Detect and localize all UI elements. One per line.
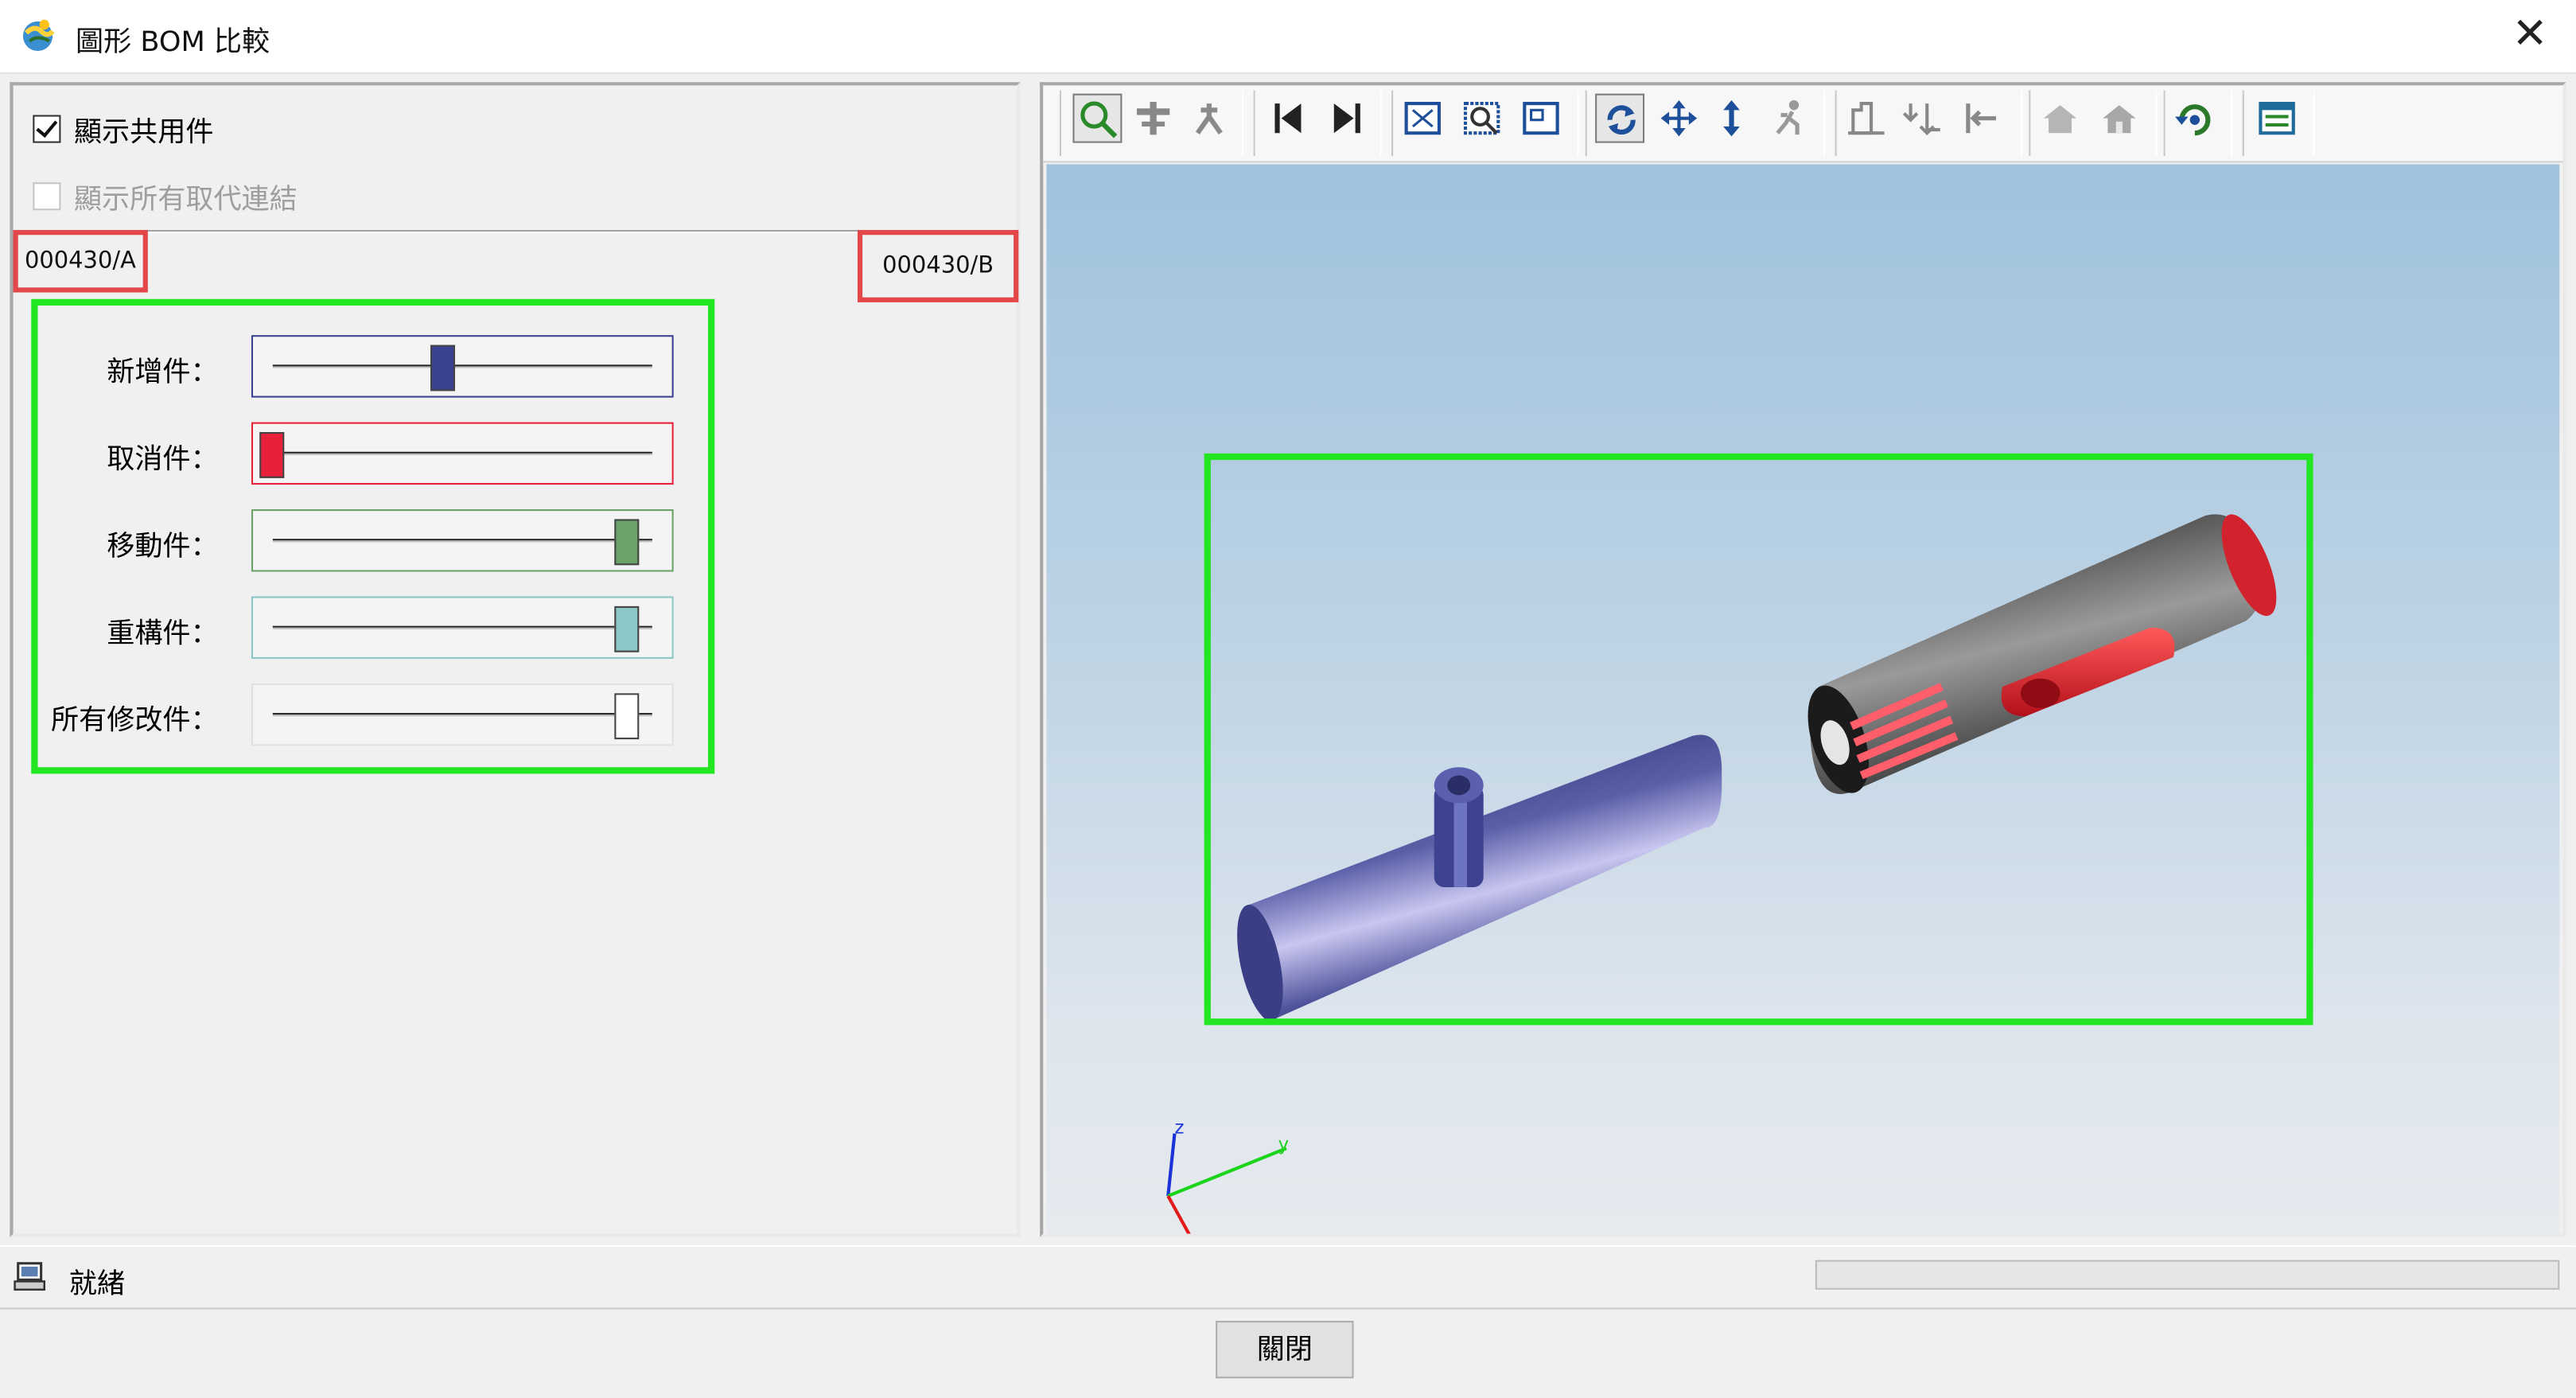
legend-row: 取消件： <box>37 422 708 485</box>
slider-thumb[interactable] <box>259 432 285 478</box>
legend-color-slider[interactable] <box>251 683 674 746</box>
zoom-box-icon[interactable] <box>1516 94 1566 143</box>
status-text: 就緒 <box>68 1268 125 1302</box>
slider-thumb[interactable] <box>614 693 640 740</box>
computer-icon <box>14 1262 45 1291</box>
rotate-icon[interactable] <box>1595 93 1645 143</box>
axis-y-label: y <box>1278 1134 1289 1155</box>
slider-thumb[interactable] <box>614 606 640 652</box>
change-legend: 新增件： 取消件： 移動件： 重構件： 所有修改件： <box>31 298 715 774</box>
slider-thumb[interactable] <box>430 345 455 391</box>
legend-row: 所有修改件： <box>37 683 708 746</box>
pan-horizontal-icon[interactable] <box>1129 94 1178 143</box>
viewer-toolbar <box>1043 85 2563 163</box>
move-icon[interactable] <box>1654 94 1703 143</box>
section-icon[interactable] <box>1842 94 1891 143</box>
title-bar: 圖形 BOM 比較 ✕ <box>0 0 2576 74</box>
legend-label: 取消件： <box>107 443 219 477</box>
revision-right-label: 000430/B <box>857 230 1019 302</box>
align-left-icon[interactable] <box>1956 94 2006 143</box>
progress-bar <box>1815 1260 2560 1290</box>
legend-row: 新增件： <box>37 335 708 398</box>
slider-track <box>272 451 652 455</box>
legend-label: 重構件： <box>107 617 219 651</box>
legend-color-slider[interactable] <box>251 335 674 398</box>
reset-icon[interactable] <box>2170 94 2220 143</box>
axis-z-label: z <box>1174 1118 1184 1139</box>
axis-triad: z y x <box>1166 1118 1289 1234</box>
house-icon[interactable] <box>2036 94 2085 143</box>
zoom-icon[interactable] <box>1072 93 1123 143</box>
legend-label: 移動件： <box>107 530 219 564</box>
slider-track <box>272 539 652 543</box>
move-vertical-icon[interactable] <box>1707 94 1757 143</box>
zoom-extents-icon[interactable] <box>1398 94 1447 143</box>
revision-left-label: 000430/A <box>13 230 148 293</box>
legend-label: 新增件： <box>107 356 219 390</box>
walk-icon[interactable] <box>1763 94 1812 143</box>
show-common-parts-option[interactable]: 顯示共用件 <box>33 110 214 149</box>
legend-row: 重構件： <box>37 596 708 659</box>
legend-row: 移動件： <box>37 509 708 572</box>
close-button[interactable]: 關閉 <box>1216 1321 1354 1379</box>
3d-viewport[interactable]: z y x <box>1046 164 2560 1234</box>
highlight-frame <box>1204 453 2313 1026</box>
show-all-replacement-links-option: 顯示所有取代連結 <box>33 177 298 216</box>
list-icon[interactable] <box>2252 94 2302 143</box>
slider-track <box>272 713 652 717</box>
window-title: 圖形 BOM 比較 <box>75 26 270 60</box>
show-all-replacement-links-label: 顯示所有取代連結 <box>73 183 298 216</box>
slider-thumb[interactable] <box>614 519 640 566</box>
legend-color-slider[interactable] <box>251 596 674 659</box>
first-icon[interactable] <box>1263 94 1313 143</box>
bom-compare-window: 圖形 BOM 比較 ✕ 顯示共用件 顯示所有取代連結 000430/A 0004… <box>0 0 2576 1398</box>
show-all-replacement-links-checkbox <box>33 181 61 210</box>
status-bar: 就緒 <box>0 1245 2576 1306</box>
explode-icon[interactable] <box>1897 94 1947 143</box>
legend-color-slider[interactable] <box>251 422 674 485</box>
viewer-panel: z y x <box>1040 82 2566 1237</box>
legend-label: 所有修改件： <box>51 704 219 738</box>
show-common-parts-checkbox[interactable] <box>33 114 61 142</box>
zoom-window-icon[interactable] <box>1457 94 1507 143</box>
close-icon[interactable]: ✕ <box>2507 10 2553 59</box>
house-alt-icon[interactable] <box>2095 94 2144 143</box>
last-icon[interactable] <box>1322 94 1372 143</box>
legend-color-slider[interactable] <box>251 509 674 572</box>
slider-track <box>272 364 652 368</box>
left-panel: 顯示共用件 顯示所有取代連結 000430/A 000430/B 新增件： 取消件… <box>10 82 1021 1237</box>
show-common-parts-label: 顯示共用件 <box>73 115 214 149</box>
fit-part-icon[interactable] <box>1185 94 1234 143</box>
footer-separator <box>0 1307 2576 1310</box>
app-globe-icon <box>22 19 55 52</box>
slider-track <box>272 625 652 629</box>
